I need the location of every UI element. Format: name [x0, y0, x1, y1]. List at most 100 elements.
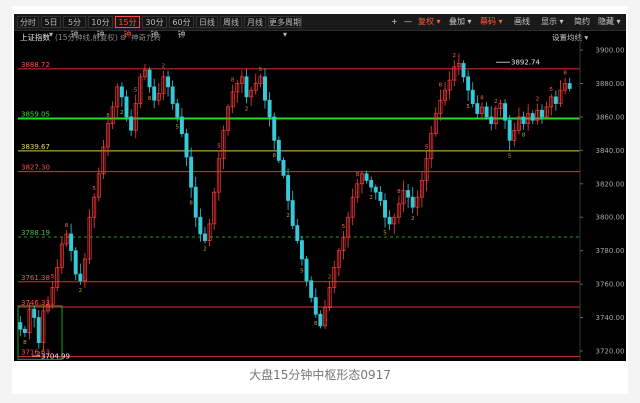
td-count-mark: 2: [411, 216, 415, 222]
level-label: 3839.67: [21, 143, 50, 151]
candle-body: [78, 273, 83, 282]
candle-body: [276, 139, 281, 161]
candle-body: [489, 116, 494, 124]
candle-body: [22, 328, 27, 333]
candle-body: [193, 186, 198, 218]
td-count-mark: 5: [176, 124, 180, 130]
td-count-mark: 8: [231, 77, 235, 83]
td-count-mark: 5: [342, 224, 346, 230]
candle-body: [244, 76, 249, 98]
y-tick-label: 3840.00: [596, 147, 625, 155]
candle-body: [295, 225, 300, 241]
y-tick-label: 3820.00: [596, 180, 625, 188]
candle-body: [203, 233, 207, 241]
candle-body: [461, 63, 466, 78]
candle-body: [286, 175, 291, 201]
candle-body: [470, 89, 475, 104]
td-count-mark: 5: [134, 88, 138, 94]
candle-body: [119, 86, 124, 98]
high-marker-label: 3892.74: [511, 59, 540, 67]
chart-caption: 大盘15分钟中枢形态0917: [249, 368, 391, 382]
candle-body: [410, 196, 415, 208]
candle-body: [503, 103, 508, 121]
candlestick-plot: 3888.72 3859.05 3839.67 3827.30 3788.19 3761.…: [17, 30, 625, 361]
td-count-mark: 2: [328, 275, 332, 281]
candle-body: [184, 133, 189, 158]
candle-body: [299, 240, 304, 260]
candle-body: [383, 200, 387, 218]
candle-body: [540, 109, 544, 118]
td-count-mark: 8: [397, 189, 401, 195]
y-tick-label: 3900.00: [596, 47, 625, 55]
candle-body: [313, 297, 318, 315]
candle-body: [290, 200, 295, 226]
td-count-mark: 5: [425, 145, 429, 151]
candle-body: [369, 180, 374, 188]
td-count-mark: 8: [439, 83, 443, 89]
td-count-mark: 8: [314, 321, 318, 327]
candle-body: [373, 186, 378, 193]
candle-body: [152, 86, 157, 101]
td-count-mark: 5: [300, 269, 304, 275]
level-label: 3827.30: [21, 164, 50, 172]
td-count-mark: 8: [148, 96, 152, 102]
td-count-mark: 2: [286, 213, 290, 219]
td-count-mark: 2: [203, 246, 207, 252]
candle-body: [73, 250, 78, 275]
y-tick-label: 3760.00: [596, 281, 625, 289]
td-count-mark: 8: [522, 133, 526, 139]
candle-body: [318, 313, 323, 327]
td-count-mark: 2: [453, 53, 457, 59]
y-tick-label: 3780.00: [596, 247, 625, 255]
y-tick-label: 3860.00: [596, 113, 625, 121]
candle-body: [530, 113, 535, 121]
y-tick-label: 3800.00: [596, 214, 625, 222]
td-count-mark: 2: [245, 106, 249, 112]
candle-body: [124, 96, 129, 118]
td-count-mark: 2: [162, 64, 166, 70]
candle-body: [175, 103, 180, 118]
candle-body: [272, 116, 277, 141]
td-count-mark: 8: [563, 71, 567, 77]
candle-body: [406, 190, 411, 198]
td-count-mark: 8: [189, 201, 193, 207]
td-count-mark: 5: [92, 186, 96, 192]
low-marker-label: 3704.99: [41, 353, 70, 361]
candle-body: [521, 116, 526, 124]
candle-body: [553, 96, 558, 104]
td-count-mark: 8: [106, 113, 110, 119]
td-count-mark: 2: [120, 110, 124, 116]
candle-body: [567, 83, 572, 89]
candle-body: [309, 280, 314, 298]
candle-body: [507, 119, 512, 141]
candle-body: [166, 76, 171, 88]
td-count-mark: 2: [494, 99, 498, 105]
td-count-mark: 8: [23, 340, 27, 346]
candle-body: [304, 258, 309, 282]
level-label: 3859.05: [21, 111, 50, 119]
td-count-mark: 8: [272, 153, 276, 159]
td-count-mark: 5: [466, 104, 470, 110]
level-label: 3761.38: [21, 274, 50, 282]
level-label: 3788.19: [21, 229, 50, 237]
candle-body: [189, 156, 194, 188]
level-label: 3888.72: [21, 61, 50, 69]
candle-body: [466, 76, 471, 91]
candle-body: [198, 216, 203, 235]
td-count-mark: 5: [549, 87, 553, 93]
td-count-mark: 8: [356, 172, 360, 178]
candle-body: [281, 160, 286, 176]
candle-body: [170, 86, 175, 104]
y-tick-label: 3880.00: [596, 80, 625, 88]
td-count-mark: 2: [79, 288, 83, 294]
td-count-mark: 5: [51, 274, 55, 280]
td-count-mark: 5: [508, 153, 512, 159]
candle-body: [18, 322, 23, 330]
candle-body: [179, 116, 184, 134]
candle-body: [387, 216, 392, 225]
candle-body: [378, 191, 383, 201]
candle-body: [364, 173, 369, 181]
td-count-mark: 5: [383, 230, 387, 236]
y-tick-label: 3720.00: [596, 347, 625, 355]
candle-body: [263, 76, 267, 101]
